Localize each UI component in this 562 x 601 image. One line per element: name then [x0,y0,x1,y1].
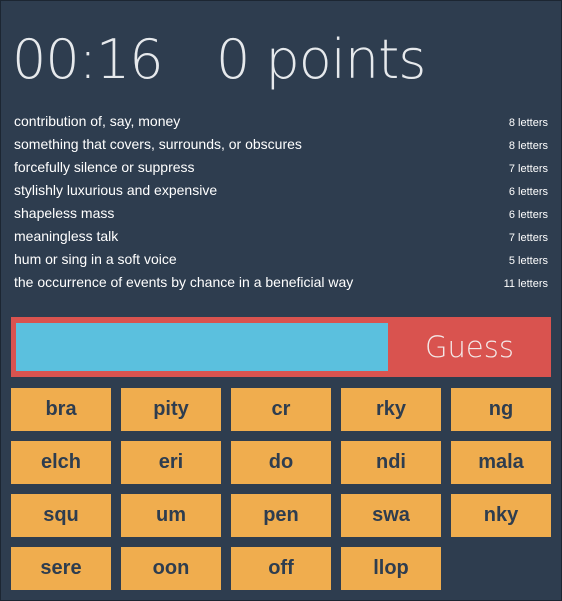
syllable-tile[interactable]: do [231,441,331,484]
timer: 00:16 [12,27,164,91]
clue-length: 8 letters [508,140,548,152]
syllable-tile[interactable]: ng [451,388,551,431]
clue-text: contribution of, say, money [14,113,181,129]
syllable-tile[interactable]: sere [11,547,111,590]
syllable-tile[interactable]: bra [11,388,111,431]
syllable-tile[interactable]: rky [341,388,441,431]
guess-input[interactable] [16,323,388,371]
clue-list: contribution of, say, money 8 letters so… [14,113,548,297]
syllable-tile[interactable]: nky [451,494,551,537]
clue-length: 8 letters [508,117,548,129]
syllable-tile[interactable]: um [121,494,221,537]
clue-length: 11 letters [503,278,548,290]
syllable-tile[interactable]: oon [121,547,221,590]
syllable-tile[interactable]: pen [231,494,331,537]
clue-text: the occurrence of events by chance in a … [14,274,354,290]
syllable-tile[interactable]: mala [451,441,551,484]
syllable-tile[interactable]: llop [341,547,441,590]
clue-row: contribution of, say, money 8 letters [14,113,548,136]
guess-bar: Guess [11,317,551,377]
clue-row: something that covers, surrounds, or obs… [14,136,548,159]
clue-length: 6 letters [508,209,548,221]
syllable-tile[interactable]: squ [11,494,111,537]
clue-length: 6 letters [508,186,548,198]
syllable-tile[interactable]: off [231,547,331,590]
clue-row: forcefully silence or suppress 7 letters [14,159,548,182]
tile-grid: bra pity cr rky ng elch eri do ndi mala … [11,388,561,590]
clue-text: stylishly luxurious and expensive [14,182,218,198]
clue-row: shapeless mass 6 letters [14,205,548,228]
syllable-tile[interactable]: elch [11,441,111,484]
clue-row: the occurrence of events by chance in a … [14,274,548,297]
clue-text: meaningless talk [14,228,119,244]
syllable-tile[interactable]: ndi [341,441,441,484]
header: 00:16 0 points [12,26,426,92]
syllable-tile[interactable]: pity [121,388,221,431]
clue-length: 7 letters [508,163,548,175]
syllable-tile[interactable]: cr [231,388,331,431]
guess-button[interactable]: Guess [388,317,551,377]
clue-row: hum or sing in a soft voice 5 letters [14,251,548,274]
clue-text: shapeless mass [14,205,115,221]
clue-length: 7 letters [508,232,548,244]
clue-text: forcefully silence or suppress [14,159,195,175]
clue-row: stylishly luxurious and expensive 6 lett… [14,182,548,205]
clue-length: 5 letters [508,255,548,267]
clue-text: something that covers, surrounds, or obs… [14,136,302,152]
syllable-tile[interactable]: eri [121,441,221,484]
clue-row: meaningless talk 7 letters [14,228,548,251]
score: 0 points [216,27,426,91]
syllable-tile[interactable]: swa [341,494,441,537]
clue-text: hum or sing in a soft voice [14,251,177,267]
